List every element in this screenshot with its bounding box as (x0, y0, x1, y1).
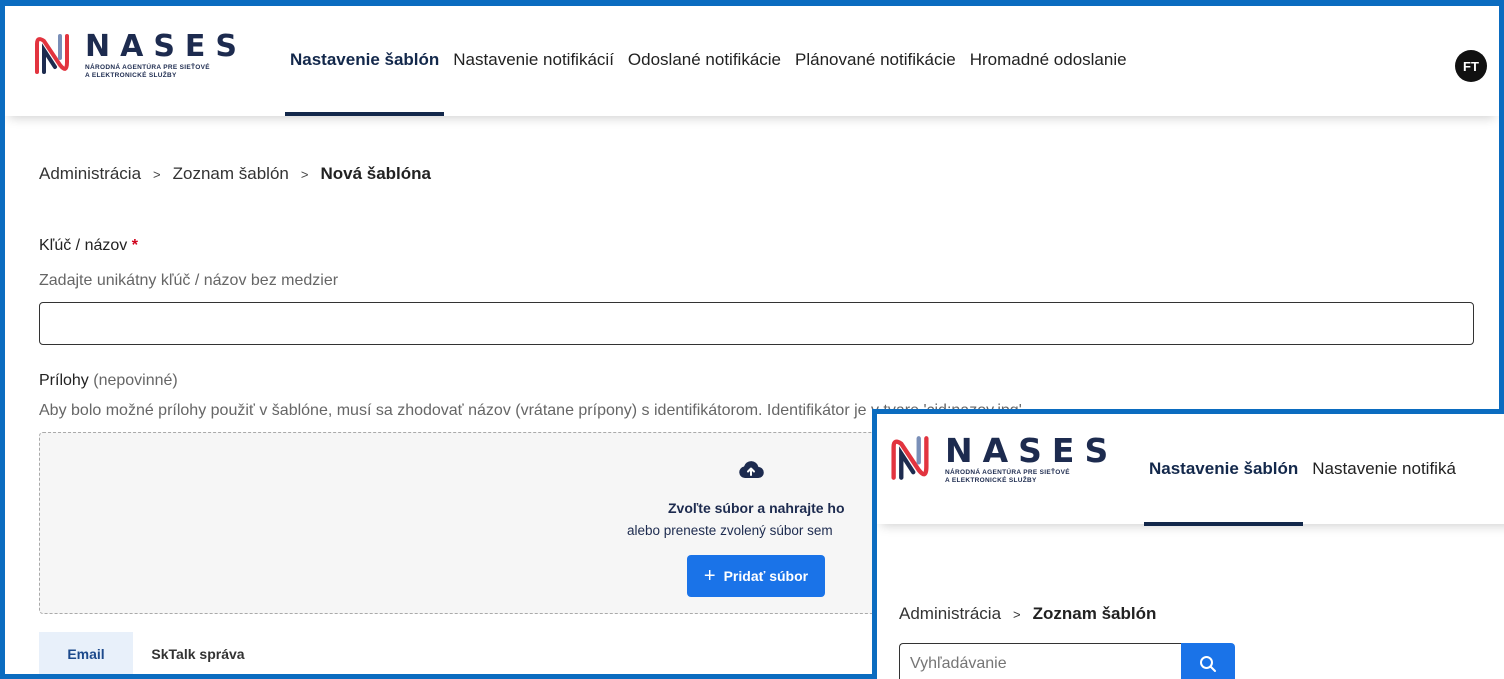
add-file-button-label: Pridať súbor (723, 568, 809, 584)
key-field-hint: Zadajte unikátny kľúč / názov bez medzie… (39, 272, 339, 289)
nav-item-odoslane-notifikacie[interactable]: Odoslané notifikácie (621, 6, 788, 116)
search-input[interactable] (899, 643, 1181, 679)
logo-subtitle-line2: A ELEKTRONICKÉ SLUŽBY (85, 72, 177, 79)
breadcrumb-item-zoznam-sablon[interactable]: Zoznam šablón (173, 164, 289, 184)
key-field-label: Kľúč / názov * (39, 237, 138, 255)
tab-email[interactable]: Email (39, 632, 133, 674)
breadcrumb-separator: > (153, 166, 161, 182)
overlay-breadcrumb-item-administracia[interactable]: Administrácia (899, 604, 1001, 624)
search-button[interactable] (1181, 643, 1235, 679)
breadcrumb-item-administracia[interactable]: Administrácia (39, 164, 141, 184)
required-mark: * (131, 237, 138, 254)
overlay-breadcrumb-separator: > (1013, 606, 1021, 622)
nases-logo-icon (891, 436, 929, 480)
nases-logo[interactable]: NASES NÁRODNÁ AGENTÚRA PRE SIEŤOVÉ A ELE… (31, 32, 247, 80)
tab-sktalk-sprava[interactable]: SkTalk správa (133, 632, 263, 674)
overlay-logo-subtitle-line2: A ELEKTRONICKÉ SLUŽBY (945, 477, 1037, 484)
overlay-nases-logo[interactable]: NASES NÁRODNÁ AGENTÚRA PRE SIEŤOVÉ A ELE… (887, 434, 1118, 485)
nav-item-nastavenie-notifikacii[interactable]: Nastavenie notifikácií (446, 6, 621, 116)
overlay-window: NASES NÁRODNÁ AGENTÚRA PRE SIEŤOVÉ A ELE… (872, 409, 1504, 679)
nases-logo-icon (35, 34, 69, 74)
logo-wordmark: NASES (85, 29, 248, 64)
breadcrumb: Administrácia > Zoznam šablón > Nová šab… (39, 164, 431, 184)
overlay-nav-item-nastavenie-notifikacii[interactable]: Nastavenie notifiká (1305, 414, 1463, 526)
add-file-button[interactable]: + Pridať súbor (687, 555, 825, 597)
nav-item-planovane-notifikacie[interactable]: Plánované notifikácie (788, 6, 963, 116)
logo-subtitle-line1: NÁRODNÁ AGENTÚRA PRE SIEŤOVÉ (85, 64, 210, 71)
attachments-label-text: Prílohy (39, 372, 89, 389)
overlay-top-navigation-bar: NASES NÁRODNÁ AGENTÚRA PRE SIEŤOVÉ A ELE… (877, 414, 1504, 526)
nav-item-nastavenie-sablon[interactable]: Nastavenie šablón (283, 6, 446, 116)
overlay-logo-subtitle-line1: NÁRODNÁ AGENTÚRA PRE SIEŤOVÉ (945, 469, 1070, 476)
overlay-nav-item-nastavenie-sablon[interactable]: Nastavenie šablón (1142, 414, 1305, 526)
cloud-upload-icon (738, 460, 764, 485)
dropzone-title: Zvoľte súbor a nahrajte ho (668, 500, 845, 516)
key-field-label-text: Kľúč / názov (39, 237, 128, 254)
breadcrumb-current: Nová šablóna (320, 164, 432, 183)
attachments-label: Prílohy (nepovinné) (39, 372, 178, 390)
top-navigation-bar: NASES NÁRODNÁ AGENTÚRA PRE SIEŤOVÉ A ELE… (5, 6, 1499, 116)
search-icon (1200, 656, 1216, 672)
user-avatar[interactable]: FT (1455, 50, 1487, 82)
plus-icon: + (703, 565, 716, 587)
dropzone-subtitle: alebo preneste zvolený súbor sem (627, 523, 833, 538)
breadcrumb-separator: > (300, 166, 309, 182)
overlay-breadcrumb: Administrácia > Zoznam šablón (899, 604, 1156, 624)
attachments-optional-text: (nepovinné) (93, 372, 178, 389)
main-nav: Nastavenie šablón Nastavenie notifikácií… (283, 6, 1134, 116)
overlay-breadcrumb-current: Zoznam šablón (1032, 604, 1157, 623)
nav-item-hromadne-odoslanie[interactable]: Hromadné odoslanie (963, 6, 1134, 116)
overlay-main-nav: Nastavenie šablón Nastavenie notifiká (1142, 414, 1463, 526)
key-input[interactable] (39, 302, 1474, 345)
overlay-logo-wordmark: NASES (945, 431, 1119, 470)
